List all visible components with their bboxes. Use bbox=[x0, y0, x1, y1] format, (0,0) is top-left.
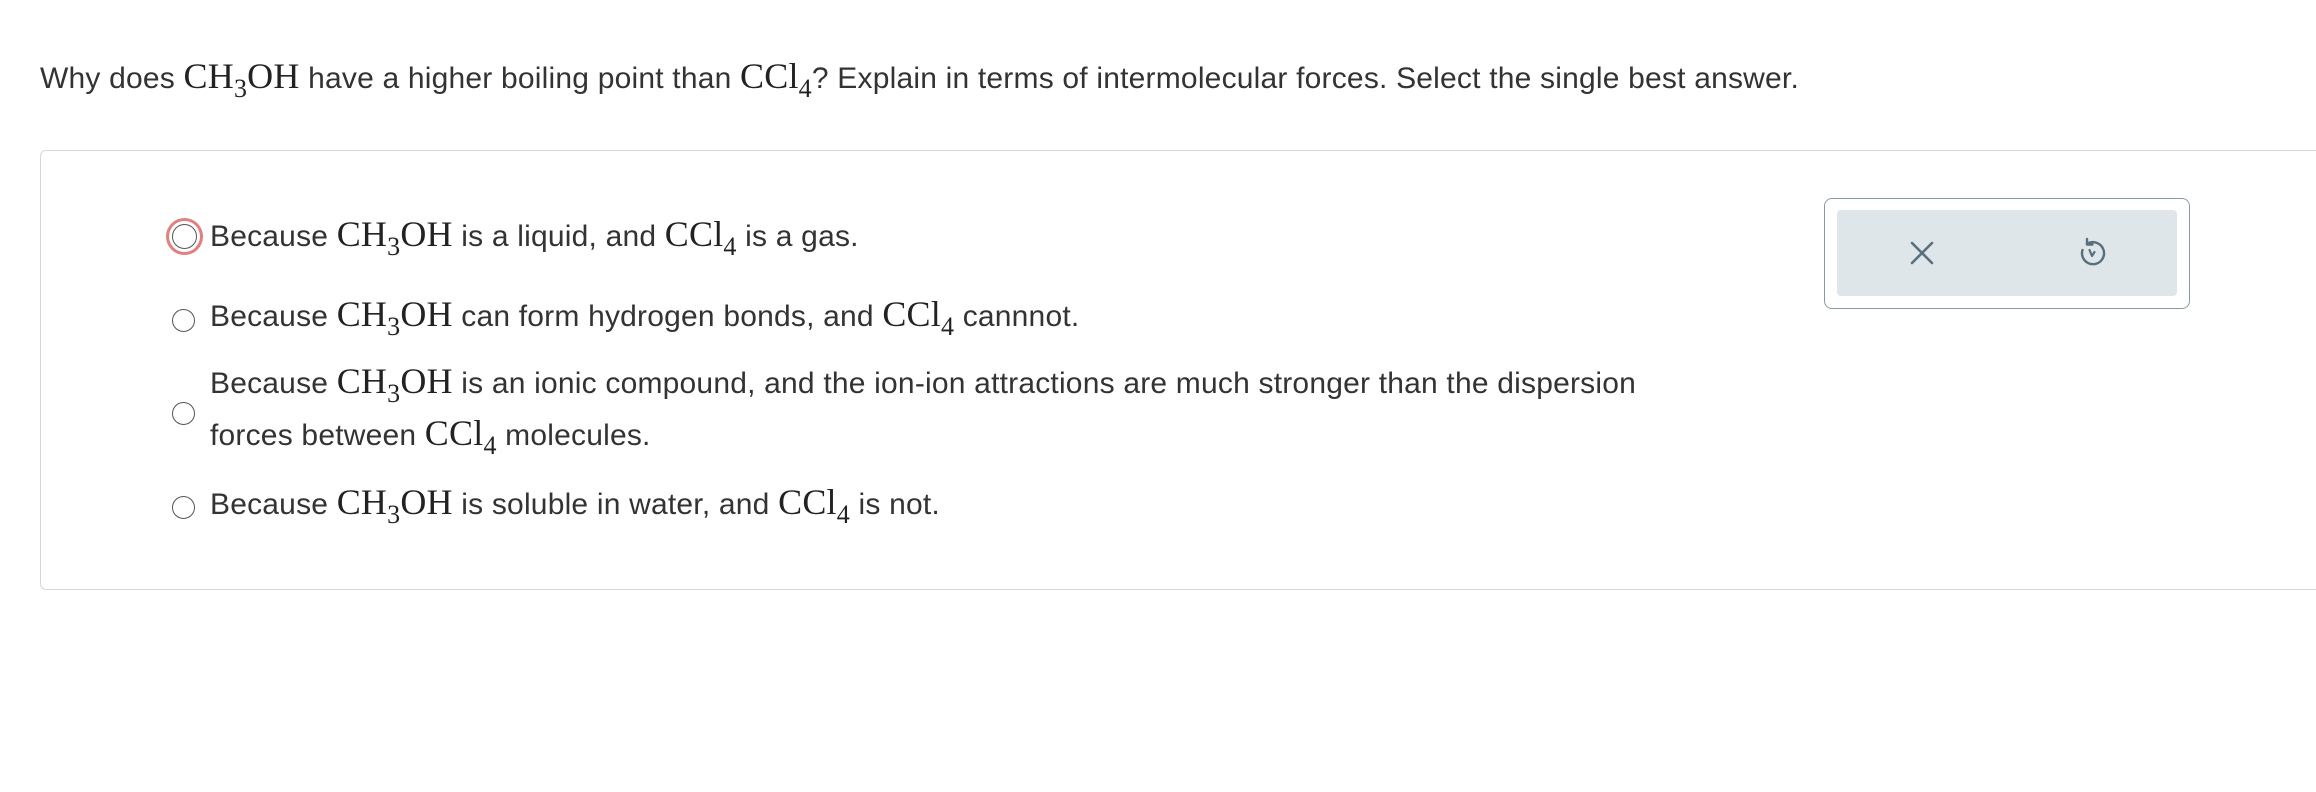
formula-ch3oh: CH3OH bbox=[336, 214, 453, 261]
question-text: Why does CH3OH have a higher boiling poi… bbox=[40, 48, 1799, 107]
formula-ccl4: CCl4 bbox=[882, 294, 955, 341]
radio-button-4[interactable] bbox=[172, 496, 195, 519]
formula-ccl4: CCl4 bbox=[778, 482, 850, 529]
close-icon bbox=[1910, 241, 1934, 265]
radio-button-1[interactable] bbox=[172, 224, 197, 249]
option-1-text: Because CH3OH is a liquid, and CCl4 is a… bbox=[210, 214, 859, 261]
answer-toolbox bbox=[1824, 198, 2190, 309]
question-suffix: ? Explain in terms of intermolecular for… bbox=[811, 62, 1799, 95]
formula-ch3oh: CH3OH bbox=[183, 56, 300, 103]
option-3-text: Because CH3OH is an ionic compound, and … bbox=[210, 361, 1636, 460]
formula-ch3oh: CH3OH bbox=[336, 482, 453, 529]
undo-icon bbox=[2080, 237, 2106, 266]
formula-ch3oh: CH3OH bbox=[336, 361, 453, 408]
question-prefix: Why does bbox=[40, 62, 184, 95]
formula-ccl4: CCl4 bbox=[424, 413, 497, 460]
formula-ccl4: CCl4 bbox=[664, 214, 737, 261]
toolbox-inner bbox=[1837, 210, 2177, 296]
undo-button[interactable] bbox=[2007, 210, 2177, 296]
question-middle: have a higher boiling point than bbox=[299, 62, 741, 95]
formula-ccl4: CCl4 bbox=[740, 56, 812, 103]
formula-ch3oh: CH3OH bbox=[336, 294, 453, 341]
option-4-text: Because CH3OH is soluble in water, and C… bbox=[210, 482, 940, 529]
radio-button-2[interactable] bbox=[172, 309, 195, 332]
clear-answer-button[interactable] bbox=[1837, 210, 2007, 296]
option-2-text: Because CH3OH can form hydrogen bonds, a… bbox=[210, 294, 1080, 341]
radio-button-3[interactable] bbox=[172, 402, 195, 425]
